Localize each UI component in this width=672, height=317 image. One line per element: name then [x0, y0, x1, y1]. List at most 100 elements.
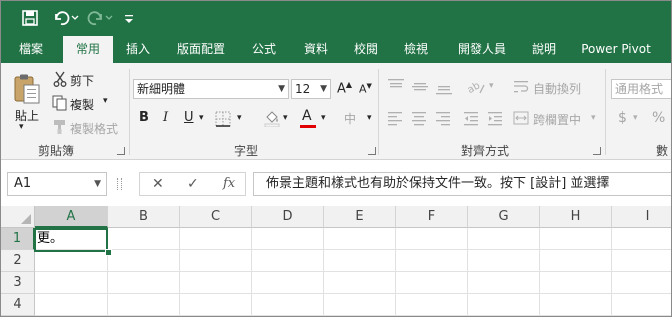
format-painter-icon[interactable] [53, 119, 68, 139]
column-header-a[interactable]: A [35, 206, 108, 228]
fill-color-dropdown-icon[interactable]: ▾ [283, 113, 288, 123]
align-middle-icon[interactable] [411, 77, 429, 101]
currency-button[interactable]: $ [618, 110, 627, 126]
format-painter-button[interactable]: 複製格式 [70, 120, 118, 137]
cut-icon[interactable] [53, 71, 67, 91]
formula-bar-splitter[interactable] [117, 178, 122, 190]
cell-i3[interactable] [612, 272, 671, 294]
tab-developer[interactable]: 開發人員 [447, 36, 517, 63]
wrap-text-button[interactable]: 自動換列 [533, 80, 581, 97]
tab-power-pivot[interactable]: Power Pivot [575, 36, 657, 63]
row-header-3[interactable]: 3 [1, 272, 35, 294]
phonetic-dropdown-icon[interactable]: ▾ [367, 113, 372, 123]
merge-dropdown-icon[interactable]: ▾ [591, 113, 596, 123]
font-launcher-icon[interactable] [368, 147, 376, 155]
decrease-indent-icon[interactable] [463, 110, 479, 130]
underline-button[interactable]: U [184, 110, 194, 125]
column-header-g[interactable]: G [468, 206, 540, 228]
decrease-font-size-button[interactable]: A▼ [359, 82, 372, 96]
cell-d3[interactable] [252, 272, 324, 294]
clipboard-launcher-icon[interactable] [117, 147, 125, 155]
number-format-select[interactable]: 通用格式 [611, 79, 671, 99]
cell-i1[interactable] [612, 228, 671, 250]
undo-icon[interactable] [51, 7, 81, 29]
font-color-dropdown-icon[interactable]: ▾ [321, 113, 326, 123]
align-bottom-icon[interactable] [435, 77, 453, 101]
currency-dropdown-icon[interactable]: ▾ [633, 113, 638, 123]
insert-function-icon[interactable]: fx [223, 173, 235, 195]
cell-b2[interactable] [108, 250, 180, 272]
bold-button[interactable]: B [139, 110, 149, 125]
merge-center-button[interactable]: 跨欄置中 [533, 111, 581, 128]
name-box[interactable]: A1 ▼ [7, 172, 107, 196]
alignment-launcher-icon[interactable] [593, 147, 601, 155]
cell-g3[interactable] [468, 272, 540, 294]
tab-formulas[interactable]: 公式 [241, 36, 287, 63]
row-header-1[interactable]: 1 [1, 228, 35, 250]
align-top-icon[interactable] [387, 77, 405, 101]
cell-c4[interactable] [180, 294, 252, 316]
cell-a3[interactable] [35, 272, 108, 294]
tab-page-layout[interactable]: 版面配置 [167, 36, 235, 63]
cut-button[interactable]: 剪下 [70, 72, 94, 89]
cell-a2[interactable] [35, 250, 108, 272]
cell-f4[interactable] [396, 294, 468, 316]
tab-insert[interactable]: 插入 [115, 36, 161, 63]
merge-center-icon[interactable] [513, 110, 529, 130]
cell-a4[interactable] [35, 294, 108, 316]
fill-color-icon[interactable] [263, 109, 281, 131]
increase-indent-icon[interactable] [487, 110, 503, 130]
row-header-2[interactable]: 2 [1, 250, 35, 272]
cell-g1[interactable] [468, 228, 540, 250]
align-center-icon[interactable] [411, 110, 427, 130]
column-header-f[interactable]: F [396, 206, 468, 228]
cell-f1[interactable] [396, 228, 468, 250]
customize-qat-icon[interactable] [121, 7, 137, 29]
font-color-button[interactable]: A [302, 108, 312, 124]
font-size-select[interactable]: 12 ▼ [291, 79, 331, 99]
cell-f3[interactable] [396, 272, 468, 294]
tab-help[interactable]: 說明 [523, 36, 565, 63]
phonetic-guide-button[interactable]: 中 [344, 110, 356, 127]
borders-icon[interactable] [215, 111, 231, 131]
cell-d2[interactable] [252, 250, 324, 272]
cell-h4[interactable] [540, 294, 612, 316]
cell-d1[interactable] [252, 228, 324, 250]
orientation-dropdown-icon[interactable]: ▾ [489, 81, 494, 91]
cell-b3[interactable] [108, 272, 180, 294]
column-header-e[interactable]: E [324, 206, 396, 228]
column-header-d[interactable]: D [252, 206, 324, 228]
cell-i4[interactable] [612, 294, 671, 316]
orientation-icon[interactable]: ab [465, 77, 487, 101]
cell-b4[interactable] [108, 294, 180, 316]
redo-icon[interactable] [87, 7, 115, 29]
cell-e4[interactable] [324, 294, 396, 316]
cell-f2[interactable] [396, 250, 468, 272]
fill-handle[interactable] [105, 249, 112, 256]
copy-icon[interactable] [52, 95, 68, 115]
cell-i2[interactable] [612, 250, 671, 272]
cell-e3[interactable] [324, 272, 396, 294]
save-icon[interactable] [19, 7, 41, 29]
tab-file[interactable]: 檔案 [7, 36, 55, 63]
cell-c1[interactable] [180, 228, 252, 250]
column-header-h[interactable]: H [540, 206, 612, 228]
formula-input[interactable]: 佈景主題和樣式也有助於保持文件一致。按下 [設計] 並選擇 [253, 172, 671, 196]
cell-g2[interactable] [468, 250, 540, 272]
cell-e2[interactable] [324, 250, 396, 272]
cell-c3[interactable] [180, 272, 252, 294]
copy-dropdown-icon[interactable]: ▾ [103, 96, 108, 106]
cancel-icon[interactable]: ✕ [152, 173, 164, 195]
tab-view[interactable]: 檢視 [393, 36, 439, 63]
cell-g4[interactable] [468, 294, 540, 316]
cell-e1[interactable] [324, 228, 396, 250]
font-name-select[interactable]: 新細明體 ▼ [133, 79, 289, 99]
tab-home[interactable]: 常用 [63, 36, 113, 63]
cell-c2[interactable] [180, 250, 252, 272]
cell-d4[interactable] [252, 294, 324, 316]
select-all-button[interactable] [1, 206, 35, 228]
cell-b1[interactable] [108, 228, 180, 250]
tab-review[interactable]: 校閱 [343, 36, 389, 63]
borders-dropdown-icon[interactable]: ▾ [237, 113, 242, 123]
cell-h1[interactable] [540, 228, 612, 250]
